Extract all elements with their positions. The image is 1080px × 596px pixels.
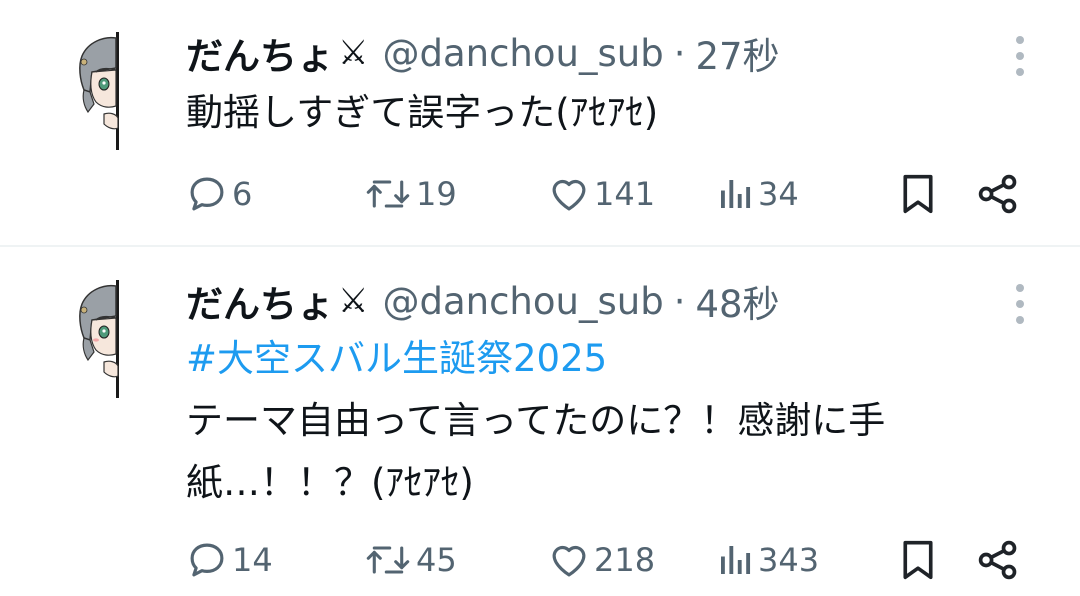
- bar-chart-icon: [721, 180, 751, 208]
- tweet-header: だんちょ ⚔ @danchou_sub · 27秒: [186, 26, 780, 80]
- heart-icon: [552, 545, 586, 577]
- reply-count: 6: [232, 175, 253, 213]
- reply-button[interactable]: 6: [186, 170, 252, 218]
- speech-bubble-icon: [190, 543, 224, 577]
- speech-bubble-icon: [190, 177, 224, 211]
- tweet-text: 動揺しすぎて誤字った(ｱｾｱｾ): [186, 91, 659, 134]
- separator-dot: ·: [673, 31, 686, 75]
- reply-button[interactable]: 14: [186, 536, 273, 584]
- bookmark-icon: [903, 540, 933, 580]
- retweet-button[interactable]: 19: [364, 170, 457, 218]
- tweet-text: テーマ自由って言ってたのに？！感謝に手 紙…！！？(ｱｾｱｾ): [186, 390, 1036, 514]
- view-count: 343: [758, 541, 820, 579]
- handle[interactable]: @danchou_sub: [382, 32, 663, 75]
- view-count: 34: [758, 175, 799, 213]
- retweet-arrows-icon: [366, 546, 410, 574]
- reply-count: 14: [232, 541, 273, 579]
- tweet[interactable]: だんちょ ⚔ @danchou_sub · 27秒 動揺しすぎて誤字った(ｱｾｱ…: [0, 0, 1080, 246]
- avatar[interactable]: [74, 32, 124, 150]
- display-name[interactable]: だんちょ: [186, 274, 334, 328]
- action-bar: 14 45 218 343: [186, 536, 1046, 584]
- share-button[interactable]: [976, 536, 1020, 584]
- avatar[interactable]: [74, 280, 124, 398]
- tweet-header: だんちょ ⚔ @danchou_sub · 48秒: [186, 274, 780, 328]
- bar-chart-icon: [721, 546, 751, 574]
- bookmark-icon: [903, 174, 933, 214]
- views-button[interactable]: 343: [716, 536, 819, 584]
- bookmark-button[interactable]: [898, 536, 938, 584]
- crossed-swords-icon: ⚔: [338, 33, 369, 73]
- timestamp[interactable]: 27秒: [695, 26, 779, 80]
- tweet-text-line: 紙…！！？(ｱｾｱｾ): [186, 461, 474, 504]
- share-nodes-icon: [978, 540, 1017, 580]
- tweet-text-line: テーマ自由って言ってたのに？！感謝に手: [186, 399, 886, 442]
- heart-icon: [552, 179, 586, 211]
- separator-dot: ·: [673, 279, 686, 323]
- share-nodes-icon: [978, 174, 1017, 214]
- timestamp[interactable]: 48秒: [695, 274, 779, 328]
- retweet-count: 45: [416, 541, 457, 579]
- views-button[interactable]: 34: [716, 170, 799, 218]
- like-count: 141: [594, 175, 656, 213]
- tweet[interactable]: だんちょ ⚔ @danchou_sub · 48秒 #大空スバル生誕祭2025 …: [0, 248, 1080, 596]
- crossed-swords-icon: ⚔: [338, 281, 369, 321]
- more-options-icon[interactable]: [1011, 284, 1029, 324]
- action-bar: 6 19 141 34: [186, 170, 1046, 218]
- bookmark-button[interactable]: [898, 170, 938, 218]
- retweet-arrows-icon: [366, 180, 410, 208]
- like-button[interactable]: 141: [548, 170, 655, 218]
- like-count: 218: [594, 541, 656, 579]
- like-button[interactable]: 218: [548, 536, 655, 584]
- hashtag-link[interactable]: #大空スバル生誕祭2025: [186, 328, 607, 390]
- retweet-button[interactable]: 45: [364, 536, 457, 584]
- share-button[interactable]: [976, 170, 1020, 218]
- divider: [0, 245, 1080, 247]
- display-name[interactable]: だんちょ: [186, 26, 334, 80]
- more-options-icon[interactable]: [1011, 36, 1029, 76]
- handle[interactable]: @danchou_sub: [382, 280, 663, 323]
- retweet-count: 19: [416, 175, 457, 213]
